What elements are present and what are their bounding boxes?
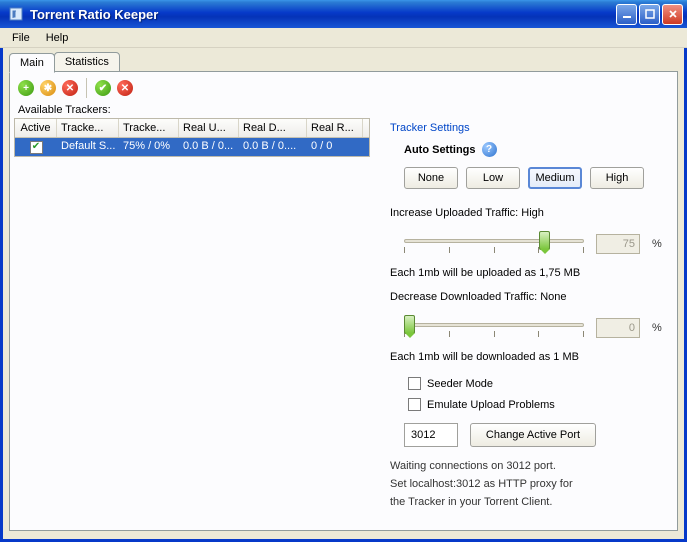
preset-high-button[interactable]: High bbox=[590, 167, 644, 189]
decrease-traffic-label: Decrease Downloaded Traffic: None bbox=[390, 283, 665, 307]
toolbar: + ✱ ✕ ✔ ✕ bbox=[14, 76, 673, 102]
tab-statistics[interactable]: Statistics bbox=[54, 52, 120, 72]
each-download-label: Each 1mb will be downloaded as 1 MB bbox=[390, 347, 665, 367]
close-button[interactable] bbox=[662, 4, 683, 25]
info-line-1: Waiting connections on 3012 port. bbox=[390, 457, 665, 475]
auto-settings-label: Auto Settings bbox=[404, 144, 476, 156]
help-icon[interactable]: ? bbox=[482, 142, 497, 157]
tabs: Main Statistics bbox=[9, 52, 678, 72]
decrease-slider[interactable] bbox=[404, 313, 584, 343]
trackers-table: Active Tracke... Tracke... Real U... Rea… bbox=[14, 118, 370, 157]
available-trackers-label: Available Trackers: bbox=[14, 102, 673, 118]
settings-icon[interactable]: ✱ bbox=[40, 80, 56, 96]
col-real-r[interactable]: Real R... bbox=[307, 119, 363, 137]
each-upload-label: Each 1mb will be uploaded as 1,75 MB bbox=[390, 263, 665, 283]
seeder-mode-label: Seeder Mode bbox=[427, 378, 493, 390]
increase-traffic-label: Increase Uploaded Traffic: High bbox=[390, 203, 665, 223]
col-active[interactable]: Active bbox=[15, 119, 57, 137]
cell-real-u: 0.0 B / 0... bbox=[179, 138, 239, 156]
delete-tracker-icon[interactable]: ✕ bbox=[62, 80, 78, 96]
info-line-3: the Tracker in your Torrent Client. bbox=[390, 493, 665, 511]
col-real-d[interactable]: Real D... bbox=[239, 119, 307, 137]
increase-pct: % bbox=[652, 238, 662, 250]
table-header: Active Tracke... Tracke... Real U... Rea… bbox=[15, 119, 369, 138]
increase-slider[interactable] bbox=[404, 229, 584, 259]
cell-tracked: 75% / 0% bbox=[119, 138, 179, 156]
window-title: Torrent Ratio Keeper bbox=[28, 7, 616, 22]
cell-name: Default S... bbox=[57, 138, 119, 156]
col-tracker2[interactable]: Tracke... bbox=[119, 119, 179, 137]
emulate-problems-checkbox[interactable] bbox=[408, 398, 421, 411]
col-real-u[interactable]: Real U... bbox=[179, 119, 239, 137]
decrease-slider-thumb[interactable] bbox=[404, 315, 415, 334]
tracker-settings-title: Tracker Settings bbox=[390, 120, 665, 142]
increase-slider-thumb[interactable] bbox=[539, 231, 550, 250]
preset-none-button[interactable]: None bbox=[404, 167, 458, 189]
row-checkbox-icon[interactable] bbox=[30, 141, 43, 154]
info-line-2: Set localhost:3012 as HTTP proxy for bbox=[390, 475, 665, 493]
tab-content-main: + ✱ ✕ ✔ ✕ Available Trackers: Active Tra… bbox=[9, 71, 678, 531]
port-input[interactable] bbox=[404, 423, 458, 447]
menu-help[interactable]: Help bbox=[38, 30, 77, 46]
preset-medium-button[interactable]: Medium bbox=[528, 167, 582, 189]
increase-value-field bbox=[596, 234, 640, 254]
tab-main[interactable]: Main bbox=[9, 53, 55, 73]
app-icon bbox=[8, 6, 24, 22]
workspace: Main Statistics + ✱ ✕ ✔ ✕ Available Trac… bbox=[0, 48, 687, 542]
seeder-mode-checkbox[interactable] bbox=[408, 377, 421, 390]
col-tracker1[interactable]: Tracke... bbox=[57, 119, 119, 137]
cell-real-r: 0 / 0 bbox=[307, 138, 363, 156]
decrease-value-field bbox=[596, 318, 640, 338]
tracker-settings-panel: Tracker Settings Auto Settings ? None Lo… bbox=[372, 118, 673, 511]
toolbar-separator bbox=[86, 78, 87, 98]
emulate-problems-label: Emulate Upload Problems bbox=[427, 399, 555, 411]
apply-icon[interactable]: ✔ bbox=[95, 80, 111, 96]
change-port-button[interactable]: Change Active Port bbox=[470, 423, 596, 447]
add-tracker-icon[interactable]: + bbox=[18, 80, 34, 96]
preset-low-button[interactable]: Low bbox=[466, 167, 520, 189]
table-row[interactable]: Default S... 75% / 0% 0.0 B / 0... 0.0 B… bbox=[15, 138, 369, 156]
cell-real-d: 0.0 B / 0.... bbox=[239, 138, 307, 156]
minimize-button[interactable] bbox=[616, 4, 637, 25]
title-bar: Torrent Ratio Keeper bbox=[0, 0, 687, 28]
cancel-icon[interactable]: ✕ bbox=[117, 80, 133, 96]
cell-active[interactable] bbox=[15, 138, 57, 156]
decrease-pct: % bbox=[652, 322, 662, 334]
menu-bar: File Help bbox=[0, 28, 687, 48]
menu-file[interactable]: File bbox=[4, 30, 38, 46]
maximize-button[interactable] bbox=[639, 4, 660, 25]
